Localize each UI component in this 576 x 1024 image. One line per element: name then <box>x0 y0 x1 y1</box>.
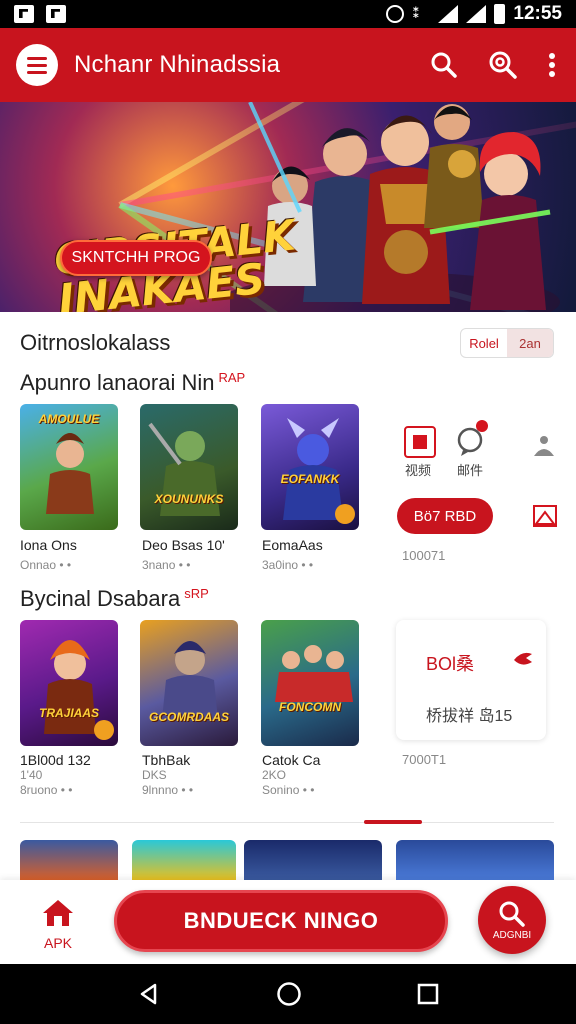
side-count: 100071 <box>402 548 446 563</box>
vibrate-icon: ⁑ <box>412 5 420 21</box>
home-nav-icon[interactable] <box>276 981 302 1007</box>
more-options-icon[interactable] <box>548 52 556 78</box>
video-label: 视频 <box>405 463 432 478</box>
apk-label: APK <box>43 935 72 951</box>
game-meta: Sonino • • <box>262 783 315 797</box>
side-card-subtitle: 桥拔祥 岛15 <box>426 708 513 725</box>
alarm-icon <box>386 5 405 23</box>
game-tile-partial[interactable] <box>396 840 554 880</box>
game-art <box>44 640 114 740</box>
game-tile[interactable]: EOFANKK <box>261 404 359 530</box>
game-art-title: TRAJIAAS <box>38 706 99 720</box>
game-tile-partial[interactable] <box>244 840 382 880</box>
game-art <box>162 641 218 720</box>
game-art <box>283 418 355 524</box>
banner-cta-button[interactable]: SKNTCHH PROG <box>60 240 212 276</box>
game-subtitle: DKS <box>142 768 167 782</box>
section-2-title: Bycinal Dsabara sRP <box>20 586 209 612</box>
fab-label: ADGNBI <box>492 929 532 941</box>
game-art-title: AMOULUE <box>38 412 100 426</box>
image-icon[interactable] <box>532 504 558 528</box>
photo-notification-icon <box>46 5 66 23</box>
status-time: 12:55 <box>513 3 562 24</box>
home-icon <box>43 900 73 926</box>
heroes-illustration <box>230 102 560 312</box>
game-tile[interactable]: FONCOMN <box>261 620 359 746</box>
side-card-title: BOl桑 <box>426 654 475 674</box>
search-icon <box>499 901 525 927</box>
game-tile[interactable]: GCOMRDAAS <box>140 620 238 746</box>
side-count: 7000T1 <box>402 752 447 767</box>
segment-option-1[interactable]: Rolel <box>461 329 507 357</box>
game-tile-partial[interactable] <box>132 840 236 880</box>
hero-banner[interactable]: CIRSITALK INAKAES <box>0 102 576 312</box>
game-meta: 8ruono • • <box>20 783 73 797</box>
app-bar: Nchanr Nhinadssia <box>0 28 576 102</box>
game-art-title: GCOMRDAAS <box>149 710 229 724</box>
zoom-search-icon[interactable] <box>488 50 518 80</box>
segment-option-2[interactable]: 2an <box>507 329 553 357</box>
game-tile[interactable]: XOUNUNKS <box>140 404 238 530</box>
apk-nav-item[interactable]: APK <box>34 898 82 951</box>
section-1-badge: RAP <box>218 370 246 385</box>
section-1-title-text: Apunro lanaorai Nin <box>20 370 215 395</box>
section-2-badge: sRP <box>184 586 209 601</box>
filter-label: Oitrnoslokalass <box>20 330 171 355</box>
game-tile[interactable]: TRAJIAAS <box>20 620 118 746</box>
back-icon[interactable] <box>137 982 161 1006</box>
game-meta: 3nano • • <box>142 558 191 572</box>
signal-icon <box>466 5 487 23</box>
game-title: Iona Ons <box>20 537 77 553</box>
game-art-title: FONCOMN <box>279 700 341 714</box>
user-icon[interactable] <box>532 434 556 458</box>
game-subtitle: 1'40 <box>20 768 43 782</box>
game-art-title: XOUNUNKS <box>154 492 224 506</box>
hand-icon <box>514 652 532 665</box>
divider <box>20 822 554 823</box>
bottom-action-bar: APK BNDUECK NINGO ADGNBI <box>0 880 576 964</box>
game-tile[interactable]: AMOULUE <box>20 404 118 530</box>
battery-icon <box>494 4 506 24</box>
section-2-title-text: Bycinal Dsabara <box>20 586 181 611</box>
game-art-title: EOFANKK <box>280 472 340 486</box>
menu-button[interactable] <box>16 44 58 86</box>
game-title: Deo Bsas 10' <box>142 537 225 553</box>
search-icon[interactable] <box>430 51 458 79</box>
game-art <box>148 422 220 516</box>
chat-label: 邮件 <box>457 463 484 478</box>
recents-icon[interactable] <box>417 983 439 1005</box>
side-action-button[interactable]: Bö7 RBD <box>397 498 493 534</box>
game-title: TbhBak <box>142 752 191 768</box>
game-art <box>275 645 353 702</box>
video-icon[interactable] <box>404 426 436 458</box>
scroll-indicator <box>364 820 422 824</box>
wifi-icon <box>438 5 459 23</box>
app-screen: ⁑ 12:55 Nchanr Nhinadssia INAKAES SKNTCH… <box>0 0 576 1024</box>
chat-icon[interactable] <box>454 418 494 458</box>
game-tile-partial[interactable] <box>20 840 118 880</box>
system-nav-bar <box>0 964 576 1024</box>
primary-download-button[interactable]: BNDUECK NINGO <box>114 890 448 952</box>
segment-control: Rolel 2an <box>460 328 554 358</box>
game-meta: 3a0ino • • <box>262 558 314 572</box>
section-1-title: Apunro lanaorai Nin RAP <box>20 370 245 396</box>
status-bar: ⁑ 12:55 <box>0 0 576 28</box>
game-subtitle: 2KO <box>262 768 287 782</box>
app-title: Nchanr Nhinadssia <box>74 51 281 78</box>
game-title: 1Bl00d 132 <box>20 752 91 768</box>
notification-icon <box>14 5 34 23</box>
game-title: EomaAas <box>262 537 323 553</box>
side-card[interactable]: BOl桑 桥拔祥 岛15 <box>396 620 546 740</box>
game-meta: 9lnnno • • <box>142 783 194 797</box>
search-fab[interactable]: ADGNBI <box>478 886 546 954</box>
game-title: Catok Ca <box>262 752 321 768</box>
game-meta: Onnao • • <box>20 558 72 572</box>
